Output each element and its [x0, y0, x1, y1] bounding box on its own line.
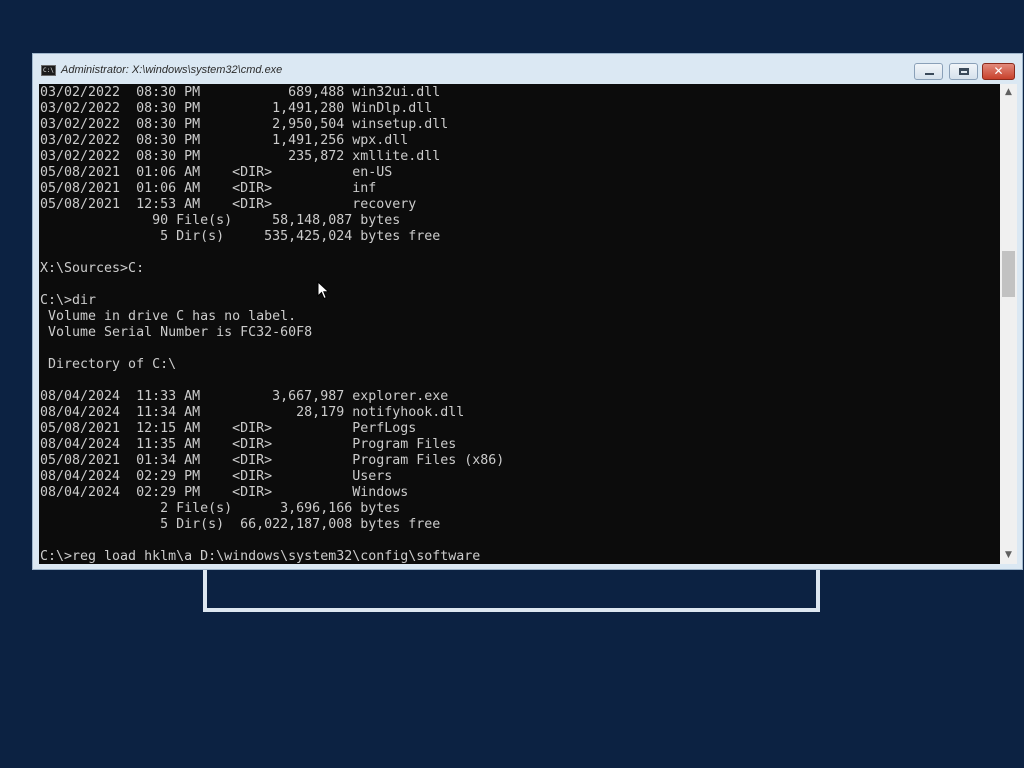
console-line: C:\>reg load hklm\a D:\windows\system32\…: [40, 549, 481, 564]
console-line: 03/02/2022 08:30 PM 689,488 win32ui.dll: [40, 85, 441, 100]
maximize-button[interactable]: [949, 63, 978, 80]
console-line: 05/08/2021 01:06 AM <DIR> en-US: [40, 165, 393, 180]
console-line: 08/04/2024 11:35 AM <DIR> Program Files: [40, 437, 457, 452]
cmd-icon-text: C:\: [43, 67, 54, 74]
console-line: 08/04/2024 02:29 PM <DIR> Users: [40, 469, 393, 484]
console-line: Volume in drive C has no label.: [40, 309, 297, 324]
console-line: Directory of C:\: [40, 357, 177, 372]
console-line: Volume Serial Number is FC32-60F8: [40, 325, 313, 340]
window-title: Administrator: X:\windows\system32\cmd.e…: [61, 64, 283, 76]
console-output[interactable]: 03/02/2022 08:30 PM 689,488 win32ui.dll 0…: [39, 84, 1000, 564]
mouse-pointer-icon: [317, 281, 330, 300]
console-line: 5 Dir(s) 535,425,024 bytes free: [40, 229, 441, 244]
minimize-button[interactable]: [914, 63, 943, 80]
vertical-scrollbar[interactable]: ▲ ▼: [1000, 84, 1017, 564]
title-bar[interactable]: C:\ Administrator: X:\windows\system32\c…: [33, 54, 1022, 84]
cmd-icon[interactable]: C:\: [41, 65, 56, 76]
console-line: 5 Dir(s) 66,022,187,008 bytes free: [40, 517, 441, 532]
console-line: C:\>dir: [40, 293, 97, 308]
console-lines: 03/02/2022 08:30 PM 689,488 win32ui.dll 0…: [40, 85, 504, 564]
console-line: 05/08/2021 12:15 AM <DIR> PerfLogs: [40, 421, 417, 436]
console-line: 08/04/2024 11:33 AM 3,667,987 explorer.e…: [40, 389, 449, 404]
scroll-thumb[interactable]: [1002, 251, 1015, 297]
close-button[interactable]: ✕: [982, 63, 1015, 80]
console-line: 03/02/2022 08:30 PM 235,872 xmllite.dll: [40, 149, 441, 164]
console-line: 03/02/2022 08:30 PM 1,491,256 wpx.dll: [40, 133, 409, 148]
close-icon: ✕: [993, 64, 1004, 78]
console-line: 08/04/2024 11:34 AM 28,179 notifyhook.dl…: [40, 405, 465, 420]
cmd-window[interactable]: C:\ Administrator: X:\windows\system32\c…: [32, 53, 1023, 570]
console-line: 05/08/2021 01:34 AM <DIR> Program Files …: [40, 453, 505, 468]
scroll-down-icon[interactable]: ▼: [1000, 547, 1017, 564]
console-line: X:\Sources>C:: [40, 261, 145, 276]
console-line: 03/02/2022 08:30 PM 1,491,280 WinDlp.dll: [40, 101, 433, 116]
console-line: 05/08/2021 12:53 AM <DIR> recovery: [40, 197, 417, 212]
maximize-icon: [959, 68, 969, 75]
minimize-icon: [925, 73, 934, 75]
console-line: 90 File(s) 58,148,087 bytes: [40, 213, 401, 228]
console-line: 05/08/2021 01:06 AM <DIR> inf: [40, 181, 377, 196]
console-line: 08/04/2024 02:29 PM <DIR> Windows: [40, 485, 409, 500]
console-line: 2 File(s) 3,696,166 bytes: [40, 501, 401, 516]
scroll-up-icon[interactable]: ▲: [1000, 84, 1017, 101]
console-line: 03/02/2022 08:30 PM 2,950,504 winsetup.d…: [40, 117, 449, 132]
